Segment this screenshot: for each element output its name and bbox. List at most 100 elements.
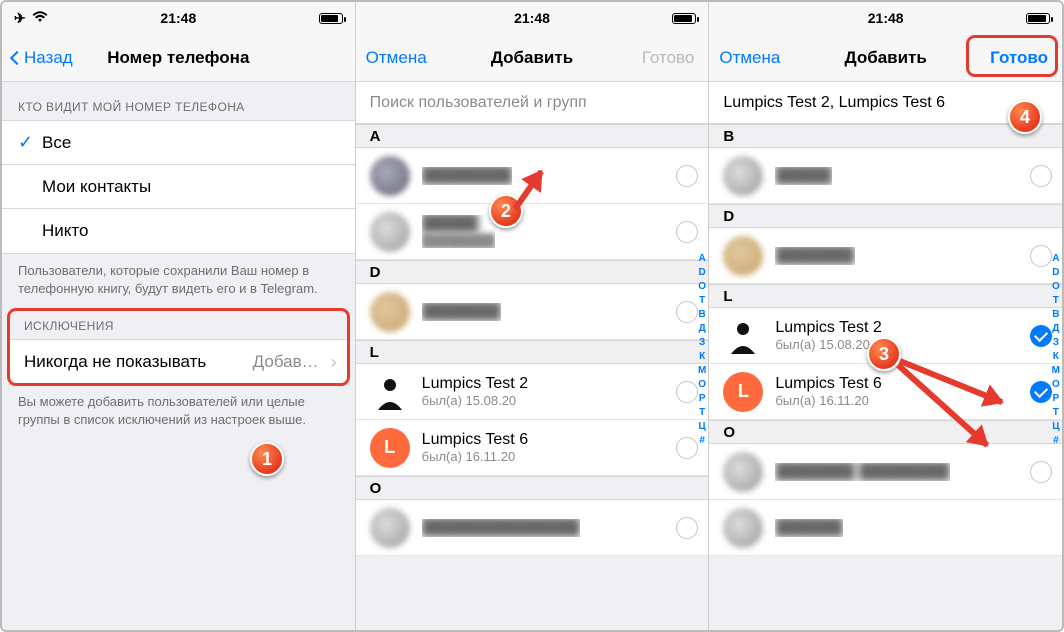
never-show-row[interactable]: Никогда не показывать Добав… › [8,340,349,384]
visibility-option-contacts[interactable]: Мои контакты [2,165,355,209]
section-index[interactable]: ADOTВДЗКМОРТЦ# [698,252,706,447]
checkbox[interactable] [676,221,698,243]
contact-row[interactable]: ███████ [709,228,1062,284]
index-letter[interactable]: T [699,294,705,307]
contact-lumpics-2[interactable]: Lumpics Test 2 был(а) 15.08.20 [709,308,1062,364]
never-show-value: Добав… [253,352,319,372]
checkbox[interactable] [1030,245,1052,267]
checkbox-checked[interactable] [1030,381,1052,403]
index-letter[interactable]: T [1053,294,1059,307]
contact-row[interactable]: ██████ [709,500,1062,556]
cancel-button[interactable]: Отмена [719,48,780,68]
contact-sub: был(а) 16.11.20 [775,393,881,408]
contact-lumpics-6[interactable]: L Lumpics Test 6 был(а) 16.11.20 [709,364,1062,420]
index-letter[interactable]: О [698,378,706,391]
index-letter[interactable]: D [1052,266,1059,279]
index-letter[interactable]: З [699,336,705,349]
index-letter[interactable]: Т [1053,406,1059,419]
index-letter[interactable]: М [1052,364,1060,377]
avatar: L [723,372,763,412]
page-title: Добавить [845,48,927,68]
contact-sub: был(а) 15.08.20 [422,393,528,408]
contact-name: Lumpics Test 6 [422,431,528,449]
index-letter[interactable]: # [1053,434,1059,447]
index-letter[interactable]: Р [699,392,706,405]
checkbox[interactable] [1030,461,1052,483]
contact-row[interactable]: ███████ ████████ [709,444,1062,500]
contact-row[interactable]: █████████████ [356,204,709,260]
contact-lumpics-2[interactable]: Lumpics Test 2 был(а) 15.08.20 [356,364,709,420]
checkbox[interactable] [676,165,698,187]
status-bar: ✈ 21:48 [2,2,355,34]
index-letter[interactable]: D [699,266,706,279]
checkbox-checked[interactable] [1030,325,1052,347]
index-letter[interactable]: В [699,308,706,321]
search-input[interactable]: Поиск пользователей и групп [356,82,709,124]
cancel-button[interactable]: Отмена [366,48,427,68]
index-letter[interactable]: A [699,252,706,265]
checkbox[interactable] [676,437,698,459]
index-letter[interactable]: В [1052,308,1059,321]
index-letter[interactable]: З [1053,336,1059,349]
back-button[interactable]: Назад [12,48,73,68]
avatar [370,372,410,412]
checkbox[interactable] [676,517,698,539]
avatar [370,156,410,196]
clock: 21:48 [514,10,550,26]
index-letter[interactable]: Д [1052,322,1059,335]
index-header: L [709,284,1062,308]
contact-row[interactable]: ███████ [356,284,709,340]
done-button[interactable]: Готово [642,48,695,68]
index-letter[interactable]: К [1053,350,1059,363]
index-header: L [356,340,709,364]
index-header: B [709,124,1062,148]
wifi-icon [32,10,48,26]
index-letter[interactable]: Д [699,322,706,335]
back-label: Назад [24,48,73,68]
index-letter[interactable]: Р [1053,392,1060,405]
checkbox[interactable] [676,301,698,323]
search-placeholder: Поиск пользователей и групп [370,94,587,112]
contact-row[interactable]: █████ [709,148,1062,204]
contact-row[interactable]: ██████████████ [356,500,709,556]
index-letter[interactable]: Ц [699,420,706,433]
selected-users[interactable]: Lumpics Test 2, Lumpics Test 6 [709,82,1062,124]
checkbox[interactable] [1030,165,1052,187]
visibility-options-list: ✓ Все Мои контакты Никто [2,120,355,254]
contact-sub: был(а) 15.08.20 [775,337,881,352]
index-letter[interactable]: Ц [1052,420,1059,433]
visibility-option-nobody[interactable]: Никто [2,209,355,253]
status-bar: 21:48 [709,2,1062,34]
battery-icon [672,13,696,24]
index-letter[interactable]: О [1052,378,1060,391]
contact-row[interactable]: ████████ [356,148,709,204]
index-letter[interactable]: Т [699,406,705,419]
never-show-label: Никогда не показывать [24,352,206,372]
visibility-option-everyone[interactable]: ✓ Все [2,121,355,165]
avatar [370,508,410,548]
selected-summary: Lumpics Test 2, Lumpics Test 6 [723,94,945,112]
avatar [723,316,763,356]
contact-name: Lumpics Test 2 [422,375,528,393]
index-header: D [709,204,1062,228]
index-letter[interactable]: O [1052,280,1060,293]
status-bar: 21:48 [356,2,709,34]
section-header-exceptions: ИСКЛЮЧЕНИЯ [8,309,349,339]
page-title: Номер телефона [107,48,249,68]
screen-privacy-phone: ✈ 21:48 Назад Номер телефона КТО ВИДИТ М… [2,2,356,630]
checkbox[interactable] [676,381,698,403]
avatar [370,292,410,332]
index-letter[interactable]: М [698,364,706,377]
index-header: O [709,420,1062,444]
option-label: Никто [42,221,88,241]
section-index[interactable]: ADOTВДЗКМОРТЦ# [1052,252,1060,447]
clock: 21:48 [868,10,904,26]
index-letter[interactable]: К [699,350,705,363]
avatar: L [370,428,410,468]
index-letter[interactable]: A [1052,252,1059,265]
battery-icon [1026,13,1050,24]
index-letter[interactable]: O [698,280,706,293]
index-letter[interactable]: # [699,434,705,447]
contact-lumpics-6[interactable]: L Lumpics Test 6 был(а) 16.11.20 [356,420,709,476]
battery-icon [319,13,343,24]
